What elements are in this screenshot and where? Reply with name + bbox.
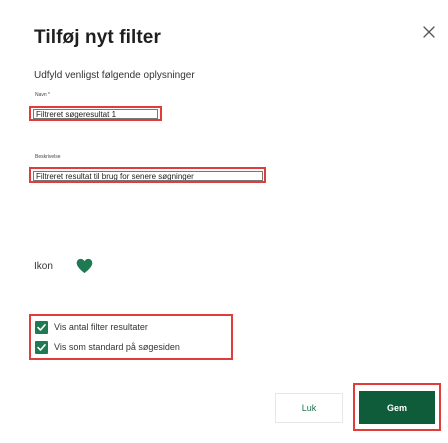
dialog-subtitle: Udfyld venligst følgende oplysninger [34,70,195,81]
close-icon[interactable] [421,24,437,40]
checkbox-default-on-search[interactable]: Vis som standard på søgesiden [35,340,180,354]
checkbox-show-count-label: Vis antal filter resultater [54,322,148,332]
checkmark-icon [37,343,46,351]
checkbox-show-count[interactable]: Vis antal filter resultater [35,320,148,334]
description-field-label: Beskrivelse [35,154,61,160]
save-button[interactable]: Gem [359,391,435,424]
close-icon-graphic [423,26,435,38]
name-input[interactable]: Filtreret søgeresultat 1 [33,109,158,119]
heart-icon[interactable] [76,258,93,274]
icon-label: Ikon [34,261,53,272]
checkmark-icon [37,323,46,331]
checkbox-default-on-search-label: Vis som standard på søgesiden [54,342,180,352]
name-field-label: Navn * [35,92,51,98]
close-button[interactable]: Luk [275,393,343,423]
checkbox-checked-icon[interactable] [35,320,48,334]
heart-icon-graphic [76,258,93,274]
checkbox-checked-icon[interactable] [35,340,48,354]
dialog-title: Tilføj nyt filter [34,27,161,48]
description-input[interactable]: Filtreret resultat til brug for senere s… [33,171,263,181]
add-filter-dialog: Tilføj nyt filter Udfyld venligst følgen… [0,0,448,443]
